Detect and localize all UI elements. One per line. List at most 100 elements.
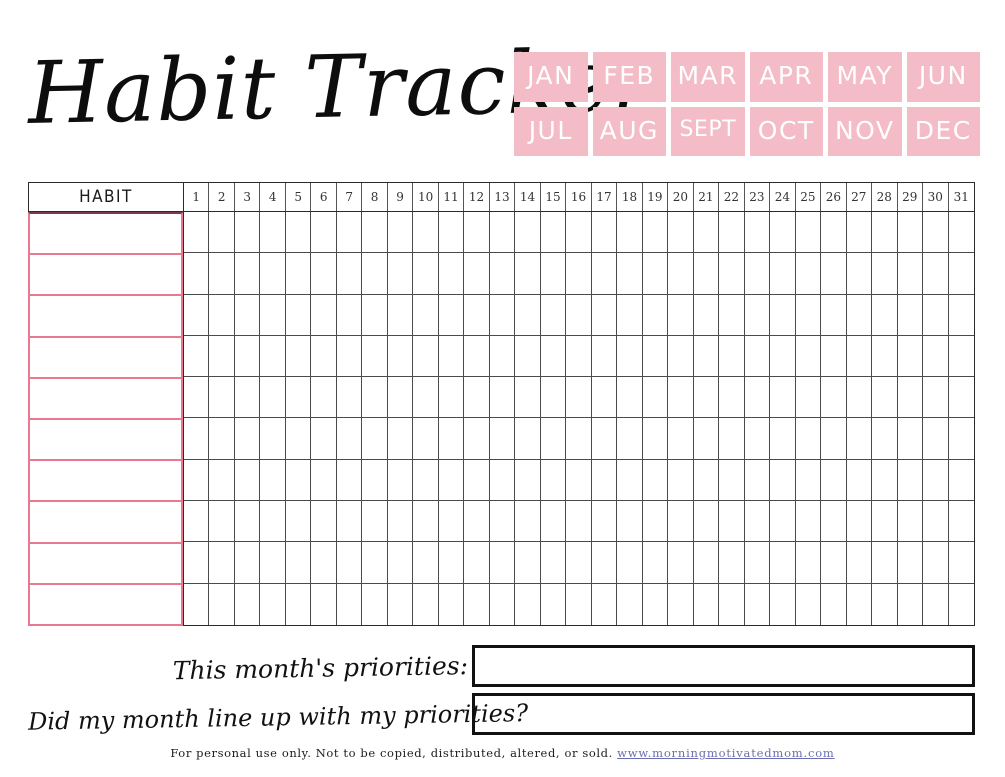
habit-day-cell[interactable]	[821, 418, 847, 460]
habit-day-cell[interactable]	[489, 212, 516, 254]
habit-day-cell[interactable]	[438, 459, 465, 502]
habit-day-cell[interactable]	[897, 418, 924, 460]
habit-day-cell[interactable]	[464, 335, 490, 378]
habit-day-cell[interactable]	[948, 542, 974, 584]
habit-day-cell[interactable]	[362, 335, 388, 378]
habit-day-cell[interactable]	[234, 377, 261, 419]
habit-day-cell[interactable]	[464, 501, 490, 543]
habit-day-cell[interactable]	[795, 212, 822, 254]
habit-day-cell[interactable]	[948, 583, 974, 625]
habit-name-field[interactable]	[28, 296, 183, 338]
habit-day-cell[interactable]	[642, 542, 669, 584]
habit-day-cell[interactable]	[438, 253, 465, 295]
habit-day-cell[interactable]	[719, 542, 745, 584]
habit-day-cell[interactable]	[515, 294, 541, 336]
habit-day-cell[interactable]	[693, 294, 720, 336]
habit-day-cell[interactable]	[923, 377, 949, 419]
habit-day-cell[interactable]	[642, 377, 669, 419]
habit-day-cell[interactable]	[872, 294, 898, 336]
habit-day-cell[interactable]	[923, 459, 949, 502]
habit-day-cell[interactable]	[872, 335, 898, 378]
habit-day-cell[interactable]	[260, 253, 286, 295]
habit-day-cell[interactable]	[770, 335, 796, 378]
habit-day-cell[interactable]	[897, 335, 924, 378]
habit-day-cell[interactable]	[413, 501, 439, 543]
habit-day-cell[interactable]	[846, 501, 873, 543]
month-tile-may[interactable]: MAY	[828, 52, 902, 102]
habit-day-cell[interactable]	[260, 212, 286, 254]
habit-day-cell[interactable]	[923, 253, 949, 295]
habit-day-cell[interactable]	[362, 501, 388, 543]
habit-day-cell[interactable]	[234, 583, 261, 625]
habit-day-cell[interactable]	[438, 294, 465, 336]
habit-day-cell[interactable]	[336, 253, 363, 295]
habit-name-field[interactable]	[28, 212, 183, 256]
habit-day-cell[interactable]	[540, 377, 567, 419]
habit-day-cell[interactable]	[744, 212, 771, 254]
habit-day-cell[interactable]	[413, 459, 439, 502]
habit-name-field[interactable]	[28, 543, 183, 585]
prompt-input-box[interactable]	[472, 645, 975, 687]
habit-day-cell[interactable]	[795, 501, 822, 543]
habit-day-cell[interactable]	[234, 335, 261, 378]
habit-day-cell[interactable]	[260, 459, 286, 502]
habit-day-cell[interactable]	[311, 377, 337, 419]
habit-day-cell[interactable]	[719, 377, 745, 419]
habit-day-cell[interactable]	[642, 459, 669, 502]
habit-day-cell[interactable]	[617, 253, 643, 295]
habit-day-cell[interactable]	[285, 377, 312, 419]
habit-day-cell[interactable]	[948, 418, 974, 460]
habit-day-cell[interactable]	[566, 501, 592, 543]
habit-day-cell[interactable]	[846, 294, 873, 336]
habit-day-cell[interactable]	[770, 253, 796, 295]
habit-day-cell[interactable]	[591, 294, 618, 336]
habit-day-cell[interactable]	[770, 377, 796, 419]
habit-day-cell[interactable]	[897, 501, 924, 543]
habit-day-cell[interactable]	[387, 583, 414, 625]
habit-name-field[interactable]	[28, 461, 183, 503]
habit-day-cell[interactable]	[693, 377, 720, 419]
month-tile-jan[interactable]: JAN	[514, 52, 588, 102]
month-tile-apr[interactable]: APR	[749, 52, 823, 102]
habit-day-cell[interactable]	[872, 253, 898, 295]
habit-day-cell[interactable]	[184, 377, 210, 419]
habit-day-cell[interactable]	[744, 583, 771, 625]
habit-day-cell[interactable]	[209, 501, 235, 543]
habit-day-cell[interactable]	[285, 335, 312, 378]
habit-day-cell[interactable]	[234, 418, 261, 460]
habit-day-cell[interactable]	[668, 212, 694, 254]
habit-day-cell[interactable]	[566, 418, 592, 460]
habit-day-cell[interactable]	[770, 418, 796, 460]
habit-day-cell[interactable]	[668, 542, 694, 584]
habit-day-cell[interactable]	[591, 253, 618, 295]
habit-day-cell[interactable]	[566, 459, 592, 502]
habit-day-cell[interactable]	[846, 542, 873, 584]
habit-day-cell[interactable]	[260, 335, 286, 378]
habit-day-cell[interactable]	[668, 418, 694, 460]
habit-day-cell[interactable]	[770, 459, 796, 502]
habit-name-field[interactable]	[28, 420, 183, 462]
habit-day-cell[interactable]	[566, 583, 592, 625]
habit-day-cell[interactable]	[209, 212, 235, 254]
habit-day-cell[interactable]	[948, 212, 974, 254]
habit-day-cell[interactable]	[897, 212, 924, 254]
habit-day-cell[interactable]	[515, 583, 541, 625]
habit-day-cell[interactable]	[464, 253, 490, 295]
habit-day-cell[interactable]	[438, 501, 465, 543]
habit-day-cell[interactable]	[438, 583, 465, 625]
habit-day-cell[interactable]	[923, 583, 949, 625]
habit-day-cell[interactable]	[897, 459, 924, 502]
month-tile-sept[interactable]: SEPT	[671, 106, 745, 156]
habit-day-cell[interactable]	[719, 335, 745, 378]
month-tile-oct[interactable]: OCT	[749, 106, 823, 156]
habit-day-cell[interactable]	[285, 294, 312, 336]
habit-day-cell[interactable]	[693, 335, 720, 378]
habit-name-field[interactable]	[28, 255, 183, 297]
habit-day-cell[interactable]	[362, 377, 388, 419]
habit-day-cell[interactable]	[744, 459, 771, 502]
habit-day-cell[interactable]	[336, 294, 363, 336]
habit-day-cell[interactable]	[336, 335, 363, 378]
habit-day-cell[interactable]	[795, 583, 822, 625]
habit-day-cell[interactable]	[209, 294, 235, 336]
habit-day-cell[interactable]	[311, 459, 337, 502]
